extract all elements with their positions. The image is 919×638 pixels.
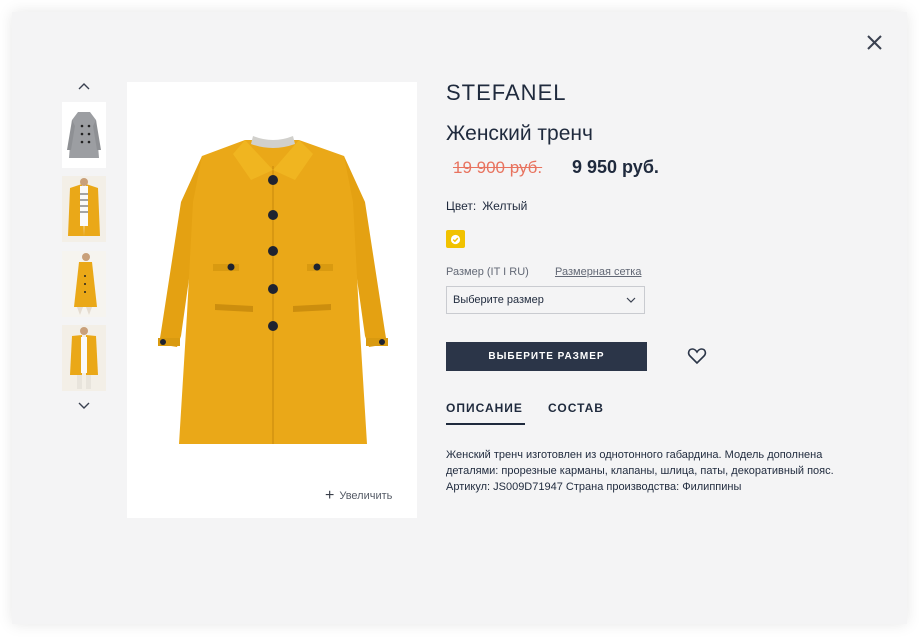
active-tab-indicator [446,423,525,425]
size-select-value: Выберите размер [453,294,544,306]
coat-image [158,136,388,444]
product-description: Женский тренч изготовлен из однотонного … [446,447,866,495]
chevron-down-icon[interactable] [76,399,92,411]
heart-icon[interactable] [687,347,707,365]
thumbnail-1[interactable] [62,102,106,168]
zoom-label: Увеличить [339,490,393,502]
chevron-up-icon[interactable] [76,79,92,91]
description-line: Артикул: JS009D71947 Страна производства… [446,481,742,493]
tab-description[interactable]: ОПИСАНИЕ [446,401,523,415]
select-size-button[interactable]: ВЫБЕРИТЕ РАЗМЕР [446,342,647,371]
color-label-text: Цвет: [446,199,477,213]
close-icon[interactable] [862,30,886,54]
thumbnail-2[interactable] [62,176,106,242]
color-value: Желтый [482,199,528,213]
plus-icon: + [325,487,335,504]
brand-name[interactable]: STEFANEL [446,80,566,106]
product-main-image[interactable] [127,82,417,518]
check-icon [450,234,461,244]
old-price: 19 900 руб. [453,158,543,177]
color-swatch-yellow[interactable] [446,230,465,248]
chevron-down-icon [626,297,636,303]
size-select[interactable]: Выберите размер [446,286,645,314]
description-line: деталями: прорезные карманы, клапаны, шл… [446,465,834,477]
tab-composition[interactable]: СОСТАВ [548,401,604,415]
size-label: Размер (IT I RU) [446,266,529,278]
thumbnail-4[interactable] [62,325,106,391]
description-line: Женский тренч изготовлен из однотонного … [446,449,823,461]
size-chart-link[interactable]: Размерная сетка [555,266,641,278]
color-label: Цвет: Желтый [446,199,527,213]
new-price: 9 950 руб. [572,157,659,177]
zoom-button[interactable]: + Увеличить [325,487,393,504]
product-title: Женский тренч [446,122,593,145]
thumbnail-3[interactable] [62,251,106,317]
